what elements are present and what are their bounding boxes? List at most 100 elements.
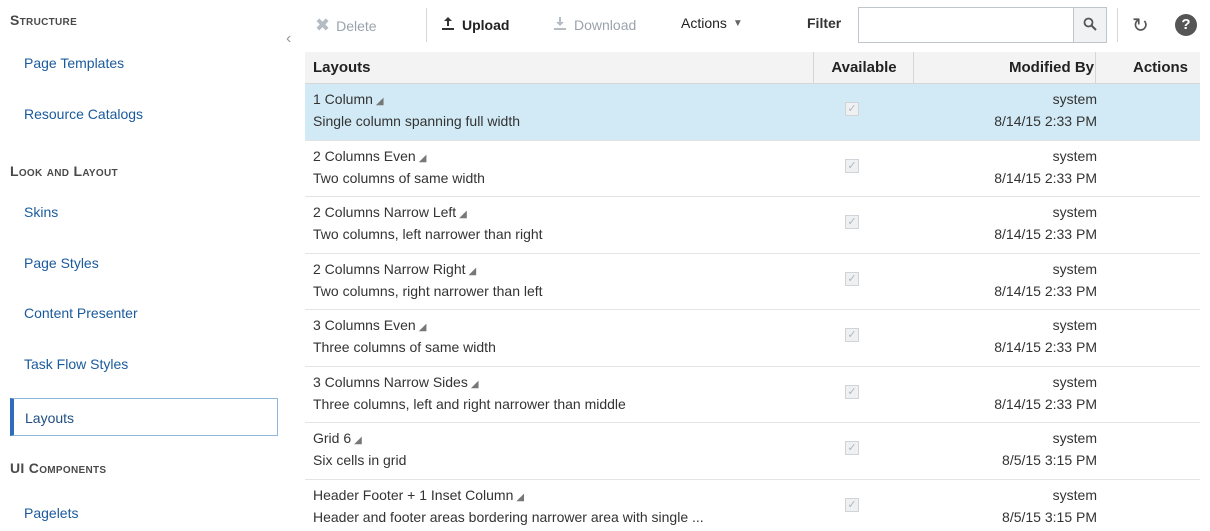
layout-name-text: 1 Column xyxy=(313,91,373,107)
upload-button[interactable]: Upload xyxy=(440,15,509,34)
column-header-layouts[interactable]: Layouts xyxy=(313,52,371,84)
toolbar-divider xyxy=(426,8,427,42)
table-row[interactable]: Header Footer + 1 Inset Column ◢ Header an… xyxy=(305,480,1200,531)
pin-icon: ◢ xyxy=(459,209,467,220)
sidebar-item-layouts[interactable]: Layouts xyxy=(10,398,278,436)
refresh-icon[interactable]: ↻ xyxy=(1132,13,1149,38)
sidebar: Structure Page Templates Resource Catalo… xyxy=(0,0,280,531)
table-row[interactable]: 1 Column ◢ Single column spanning full wid… xyxy=(305,84,1200,141)
layout-description: Two columns, right narrower than left xyxy=(313,282,543,299)
download-button[interactable]: Download xyxy=(552,15,636,34)
layout-name-text: 2 Columns Narrow Left xyxy=(313,204,457,220)
pin-icon: ◢ xyxy=(516,491,525,503)
layout-name-text: Header Footer + 1 Inset Column xyxy=(313,486,514,503)
pin-icon: ◢ xyxy=(418,322,427,333)
available-checkbox: ✓ xyxy=(845,497,859,512)
toolbar-divider xyxy=(1117,8,1118,42)
caret-down-icon: ▼ xyxy=(732,17,743,29)
table-row[interactable]: 3 Columns Narrow Sides ◢ Three columns, le… xyxy=(305,367,1200,423)
table-row[interactable]: 2 Columns Narrow Left ◢ Two columns, left … xyxy=(305,197,1200,254)
sidebar-item-skins[interactable]: Skins xyxy=(10,193,278,231)
delete-x-icon: ✖ xyxy=(315,15,331,35)
modified-by-user: system xyxy=(1052,204,1097,220)
layout-name[interactable]: Grid 6 ◢ xyxy=(313,430,362,446)
modified-date: 8/14/15 2:33 PM xyxy=(994,113,1097,129)
layouts-table: Layouts Available Modified By Actions 1 … xyxy=(305,52,1200,531)
section-heading-ui-components: UI Components xyxy=(10,460,107,476)
layout-name[interactable]: 3 Columns Even ◢ xyxy=(313,317,426,333)
table-row[interactable]: 2 Columns Even ◢ Two columns of same width… xyxy=(305,141,1200,197)
layout-description: Three columns of same width xyxy=(313,339,496,355)
filter-label: Filter xyxy=(807,15,842,31)
modified-by-user: system xyxy=(1052,91,1097,107)
search-icon xyxy=(1083,17,1097,34)
modified-by-user: system xyxy=(1052,430,1097,446)
modified-by-user: system xyxy=(1052,486,1097,503)
sidebar-item-page-templates[interactable]: Page Templates xyxy=(10,44,278,82)
modified-by-user: system xyxy=(1052,317,1097,333)
layout-name[interactable]: 2 Columns Narrow Right ◢ xyxy=(313,261,476,277)
modified-by-user: system xyxy=(1052,147,1097,164)
modified-by-user: system xyxy=(1052,260,1097,277)
sidebar-item-page-styles[interactable]: Page Styles xyxy=(10,244,278,282)
filter-input[interactable] xyxy=(858,7,1073,43)
pin-icon: ◢ xyxy=(375,96,384,107)
available-checkbox: ✓ xyxy=(845,271,859,286)
upload-label: Upload xyxy=(462,16,510,33)
column-divider xyxy=(813,52,814,84)
sidebar-item-task-flow-styles[interactable]: Task Flow Styles xyxy=(10,345,278,383)
table-row[interactable]: 2 Columns Narrow Right ◢ Two columns, righ… xyxy=(305,254,1200,310)
layout-description: Two columns, left narrower than right xyxy=(313,226,543,242)
column-header-available[interactable]: Available xyxy=(817,52,911,84)
modified-date: 8/14/15 2:33 PM xyxy=(994,282,1097,299)
table-body: 1 Column ◢ Single column spanning full wid… xyxy=(305,84,1200,531)
pin-icon: ◢ xyxy=(468,265,477,277)
available-checkbox: ✓ xyxy=(845,328,859,342)
layout-name-text: 3 Columns Even xyxy=(313,317,416,333)
section-heading-look-and-layout: Look and Layout xyxy=(10,163,118,179)
layout-name[interactable]: 1 Column ◢ xyxy=(313,91,384,107)
sidebar-item-resource-catalogs[interactable]: Resource Catalogs xyxy=(10,95,278,133)
table-row[interactable]: Grid 6 ◢ Six cells in grid ✓ system 8/5/15 3:… xyxy=(305,423,1200,480)
actions-menu-button[interactable]: Actions ▼ xyxy=(681,15,743,31)
sidebar-item-pagelets[interactable]: Pagelets xyxy=(10,494,278,531)
collapse-sidebar-chevron-left-icon[interactable]: ‹ xyxy=(286,30,291,48)
modified-date: 8/14/15 2:33 PM xyxy=(994,169,1097,186)
layout-name[interactable]: Header Footer + 1 Inset Column ◢ xyxy=(313,487,524,503)
layout-description: Six cells in grid xyxy=(313,452,407,468)
available-checkbox: ✓ xyxy=(845,441,859,455)
column-header-modified-by[interactable]: Modified By xyxy=(1009,52,1094,84)
layout-name[interactable]: 3 Columns Narrow Sides ◢ xyxy=(313,374,479,390)
sidebar-item-content-presenter[interactable]: Content Presenter xyxy=(10,294,278,332)
table-row[interactable]: 3 Columns Even ◢ Three columns of same wid… xyxy=(305,310,1200,367)
search-button[interactable] xyxy=(1073,7,1107,43)
layout-name[interactable]: 2 Columns Narrow Left ◢ xyxy=(313,204,467,220)
available-checkbox: ✓ xyxy=(845,384,859,399)
layout-description: Three columns, left and right narrower t… xyxy=(313,395,626,412)
available-checkbox: ✓ xyxy=(845,102,859,116)
layout-description: Header and footer areas bordering narrow… xyxy=(313,508,704,525)
available-checkbox: ✓ xyxy=(845,158,859,173)
layout-name[interactable]: 2 Columns Even ◢ xyxy=(313,148,426,164)
delete-button[interactable]: ✖ Delete xyxy=(315,15,377,36)
upload-icon xyxy=(440,15,456,34)
column-divider xyxy=(1095,52,1096,84)
layout-description: Single column spanning full width xyxy=(313,113,521,129)
modified-date: 8/14/15 2:33 PM xyxy=(994,395,1097,412)
modified-date: 8/14/15 2:33 PM xyxy=(994,339,1097,355)
pin-icon: ◢ xyxy=(470,378,479,390)
column-header-actions[interactable]: Actions xyxy=(1133,52,1188,84)
pin-icon: ◢ xyxy=(354,435,362,446)
download-icon xyxy=(552,15,568,34)
modified-date: 8/14/15 2:33 PM xyxy=(994,226,1097,242)
layout-name-text: Grid 6 xyxy=(313,430,352,446)
layout-name-text: 2 Columns Even xyxy=(313,147,416,164)
layout-name-text: 3 Columns Narrow Sides xyxy=(313,373,468,390)
column-divider xyxy=(913,52,914,84)
help-icon[interactable]: ? xyxy=(1175,14,1197,36)
section-heading-structure: Structure xyxy=(10,12,78,28)
toolbar: ✖ Delete Upload Download Actions ▼ Filte… xyxy=(305,0,1210,52)
table-header: Layouts Available Modified By Actions xyxy=(305,52,1200,84)
available-checkbox: ✓ xyxy=(845,215,859,229)
layout-description: Two columns of same width xyxy=(313,169,485,186)
